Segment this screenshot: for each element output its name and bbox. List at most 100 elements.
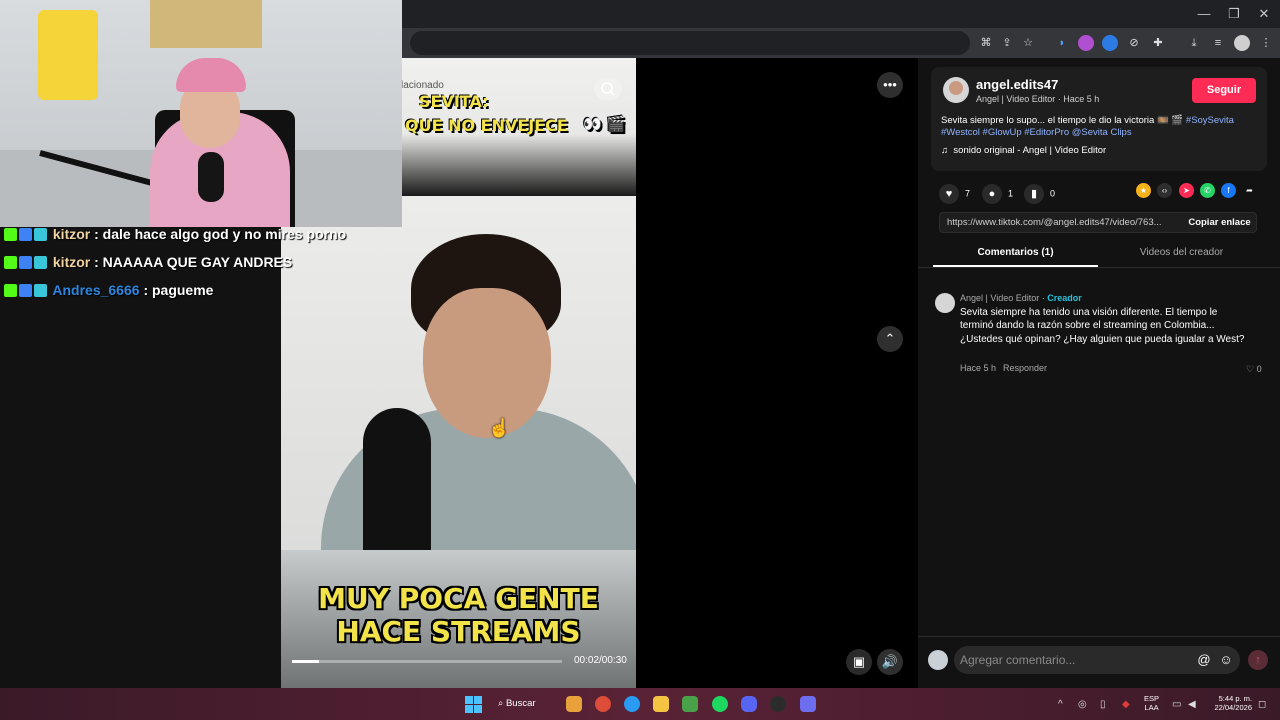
extension-audio-icon[interactable]: ◗ [1054,35,1070,51]
comment-author[interactable]: Angel | Video Editor · Creador [960,293,1082,303]
comment-stat[interactable]: ● 1 [982,184,1013,204]
tab-comments[interactable]: Comentarios (1) [933,247,1098,258]
video-progress-bar[interactable] [292,660,562,663]
tray-shield-icon[interactable]: ◆ [1122,699,1130,710]
profile-avatar-icon[interactable] [1234,35,1250,51]
embed-code-icon[interactable]: ‹› [1157,183,1172,198]
install-app-icon[interactable]: ⇪ [999,35,1015,51]
copy-link-button[interactable]: Copiar enlace [1182,212,1257,233]
video-search-button[interactable] [594,78,622,100]
taskbar-search-button[interactable]: ⌕ Buscar [498,695,550,713]
facebook-icon[interactable]: f [1221,183,1236,198]
tab-creator-videos[interactable]: Videos del creador [1099,247,1264,258]
caption-top-emoji: 👀 🎬 [583,115,626,133]
spotify-icon[interactable] [712,696,728,712]
like-stat[interactable]: ♥ 7 [939,184,970,204]
chat-message: Andres_6666 : pagueme [4,282,213,302]
emoji-icon[interactable]: ☺ [1218,652,1234,668]
clock-time: 5:44 p. m. [1218,694,1252,703]
previous-video-button[interactable]: ⌃ [877,326,903,352]
music-title: sonido original - Angel | Video Editor [953,145,1107,156]
input-language[interactable]: ESP LAA [1144,694,1159,712]
address-bar[interactable] [410,31,970,55]
network-icon[interactable]: ▭ [1172,699,1181,710]
start-button[interactable] [465,696,482,713]
show-hidden-icons-icon[interactable]: ^ [1058,699,1063,710]
windows-logo-icon-part [474,705,482,713]
close-window-button[interactable]: ✕ [1253,4,1275,24]
video-person-face [423,288,551,438]
arrow-up-icon: ↑ [1255,654,1261,666]
extension-slash-icon[interactable]: ⊘ [1126,35,1142,51]
comment-bubble-icon: ● [982,184,1002,204]
send-to-friends-icon[interactable]: ➤ [1179,183,1194,198]
obs-icon[interactable] [770,696,786,712]
caption-top-line1: SEVITA: [419,92,489,111]
creator-username[interactable]: angel.edits47 [976,77,1058,92]
mention-icon[interactable]: @ [1196,652,1212,668]
caption-bottom-line2: HACE STREAMS [336,615,581,648]
whatsapp-icon[interactable]: ✆ [1200,183,1215,198]
browser-menu-icon[interactable]: ⋮ [1258,35,1274,51]
video-time: 00:02/00:30 [574,655,627,666]
save-count: 0 [1050,188,1056,199]
chat-message: kitzor : dale hace algo god y no mires p… [4,226,346,246]
reply-button[interactable]: Responder [1003,363,1047,373]
more-dots-icon: ••• [883,77,897,92]
edge-app-icon[interactable] [624,696,640,712]
webcam-overlay [0,0,402,227]
heart-outline-icon: ♡ [1246,364,1255,374]
windows-logo-icon [465,696,473,704]
comment-like-button[interactable]: ♡ 0 [1246,364,1262,375]
roblox-icon[interactable] [800,696,816,712]
subscriber-badge-icon [34,256,47,269]
comment-author-name: Angel | Video Editor · [960,293,1048,303]
clock-date: 22/04/2026 [1214,703,1252,712]
media-queue-icon[interactable]: ≡ [1210,35,1226,51]
hashtag-link[interactable]: #Westcol #GlowUp #EditorPro @Sevita Clip… [941,127,1132,138]
language-code: ESP [1144,694,1160,703]
friends-share-icon[interactable]: ★ [1136,183,1151,198]
chrome-alt-app-icon[interactable] [595,696,611,712]
follow-button[interactable]: Seguir [1192,78,1256,103]
extension-purple-icon[interactable] [1078,35,1094,51]
creator-avatar[interactable] [943,77,969,103]
translate-icon[interactable]: ⌘ [978,35,994,51]
subscriber-badge-icon [34,284,47,297]
video-progress-fill [292,660,319,663]
taskbar-search-label: Buscar [505,698,536,709]
extensions-puzzle-icon[interactable]: ✚ [1150,35,1166,51]
volume-icon[interactable]: ◀ [1188,699,1196,710]
share-arrow-icon[interactable]: ➦ [1242,183,1257,198]
discord-icon[interactable] [741,696,757,712]
post-comment-button[interactable]: ↑ [1248,650,1268,670]
music-line[interactable]: ♫ sonido original - Angel | Video Editor [941,145,1106,156]
like-count: 7 [965,188,971,199]
chrome-app-icon[interactable] [566,696,582,712]
more-options-button[interactable]: ••• [877,72,903,98]
notifications-icon[interactable]: ◻ [1258,699,1266,710]
download-icon[interactable]: ⤓ [1186,35,1202,51]
save-stat[interactable]: ▮ 0 [1024,184,1055,204]
chat-text: : dale hace algo god y no mires porno [94,226,347,242]
extension-blue-icon[interactable] [1102,35,1118,51]
minimize-button[interactable]: — [1193,4,1215,24]
taskbar [0,688,1280,720]
tabs-divider [918,267,1280,268]
kick-badge-icon [4,284,17,297]
chat-username: kitzor [52,254,91,270]
comment-avatar[interactable] [935,293,955,313]
miniplayer-button[interactable]: ▣ [846,649,872,675]
bookmark-star-icon[interactable]: ☆ [1020,35,1036,51]
tray-usb-icon[interactable]: ▯ [1100,699,1106,710]
system-clock[interactable]: 5:44 p. m. 22/04/2026 [1210,694,1252,712]
search-icon [601,82,615,96]
volume-button[interactable]: 🔊 [877,649,903,675]
hashtag-link[interactable]: #SoySevita [1186,115,1234,126]
chat-message: kitzor : NAAAAA QUE GAY ANDRES [4,254,292,274]
tray-app-icon[interactable]: ◎ [1078,699,1087,710]
share-link-url[interactable]: https://www.tiktok.com/@angel.edits47/vi… [947,217,1162,228]
minecraft-icon[interactable] [682,696,698,712]
restore-button[interactable]: ❐ [1223,4,1245,24]
file-explorer-icon[interactable] [653,696,669,712]
